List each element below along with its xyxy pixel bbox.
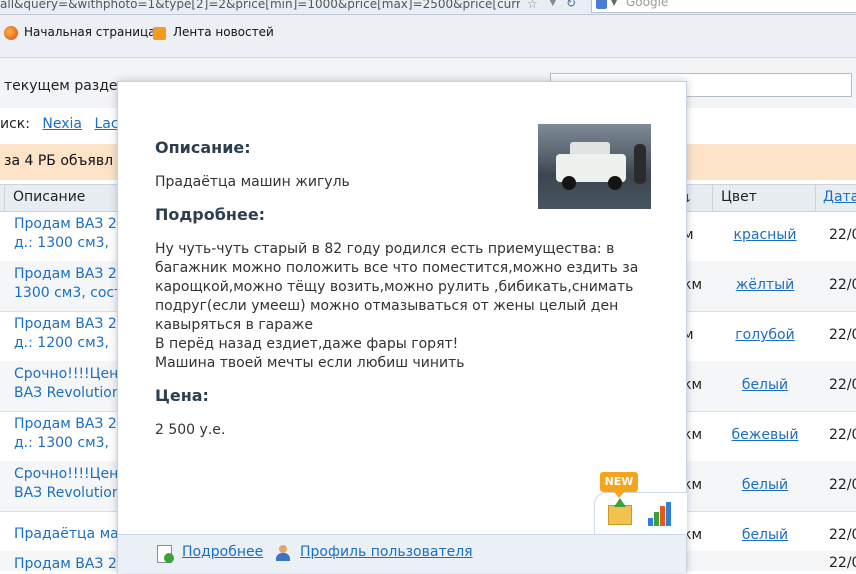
- rss-icon: [153, 27, 166, 40]
- row-color[interactable]: голубой: [720, 327, 810, 343]
- quick-link-nexia[interactable]: Nexia: [42, 116, 82, 132]
- row-color[interactable]: белый: [720, 477, 810, 493]
- bookmark-star-icon[interactable]: ☆: [527, 0, 538, 11]
- row-date: 22/0: [829, 227, 856, 243]
- user-torso: [276, 553, 290, 561]
- more-details-link[interactable]: Подробнее: [182, 544, 263, 560]
- row-date: 22/0: [829, 327, 856, 343]
- user-profile-link[interactable]: Профиль пользователя: [300, 544, 473, 560]
- upload-arrow-icon: [614, 498, 626, 507]
- bookmark-news-feed[interactable]: Лента новостей: [173, 25, 274, 39]
- car-wheel: [608, 176, 622, 190]
- column-description[interactable]: Описание: [13, 189, 85, 205]
- row-color[interactable]: жёлтый: [720, 277, 810, 293]
- search-placeholder[interactable]: Google: [626, 0, 668, 9]
- details-text: Ну чуть-чуть старый в 82 году родился ес…: [155, 241, 639, 371]
- user-head: [279, 545, 287, 553]
- row-date: 22/0: [829, 555, 856, 571]
- row-date: 22/0: [829, 527, 856, 543]
- stats-bar: [654, 512, 659, 526]
- quick-search-label: иск:: [0, 116, 30, 132]
- send-mail-icon[interactable]: [608, 505, 632, 525]
- search-box[interactable]: ▼ Google: [591, 0, 856, 13]
- price-title: Цена:: [155, 386, 209, 405]
- stats-bar: [666, 502, 671, 526]
- column-color[interactable]: Цвет: [721, 189, 757, 205]
- new-badge: NEW: [600, 472, 638, 492]
- row-color[interactable]: белый: [720, 377, 810, 393]
- column-separator: [712, 185, 713, 211]
- price-value: 2 500 у.е.: [155, 422, 226, 438]
- row-date: 22/0: [829, 377, 856, 393]
- car-photo[interactable]: [538, 124, 651, 209]
- check-icon: [164, 553, 174, 563]
- url-text[interactable]: all&query=&withphoto=1&type[2]=2&price[m…: [0, 0, 520, 11]
- column-date[interactable]: Дата: [823, 189, 856, 205]
- row-color[interactable]: красный: [720, 227, 810, 243]
- google-icon[interactable]: [596, 0, 607, 9]
- search-engine-dropdown-icon[interactable]: ▼: [611, 0, 617, 7]
- stats-bar: [648, 518, 653, 526]
- stats-icon[interactable]: [648, 502, 672, 526]
- row-color[interactable]: бежевый: [720, 427, 810, 443]
- ad-text: за 4 РБ объявл: [4, 153, 114, 169]
- popup-footer: Подробнее Профиль пользователя: [118, 534, 686, 573]
- user-icon: [275, 545, 291, 561]
- firefox-icon: [4, 26, 18, 40]
- row-date: 22/0: [829, 427, 856, 443]
- person-figure: [634, 144, 646, 184]
- description-title: Описание:: [155, 138, 251, 157]
- column-separator: [815, 185, 816, 211]
- reload-icon[interactable]: ↻: [566, 0, 576, 10]
- description-text: Прадаётца машин жигуль: [155, 174, 350, 190]
- bookmarks-toolbar: Начальная страница Лента новостей: [0, 15, 856, 58]
- row-date: 22/0: [829, 277, 856, 293]
- stats-bar: [660, 506, 665, 526]
- quick-search: иск: Nexia Lac: [0, 116, 119, 132]
- car-wheel: [562, 176, 576, 190]
- details-title: Подробнее:: [155, 205, 266, 224]
- listing-preview-popup: Описание: Прадаётца машин жигуль Подробн…: [117, 81, 687, 573]
- row-date: 22/0: [829, 477, 856, 493]
- column-separator: [4, 185, 5, 211]
- bookmark-home[interactable]: Начальная страница: [24, 25, 156, 39]
- row-color[interactable]: белый: [720, 527, 810, 543]
- quick-link-lac[interactable]: Lac: [94, 116, 118, 132]
- search-scope-text: текущем раздел: [4, 78, 127, 94]
- history-dropdown-icon[interactable]: ▼: [549, 0, 557, 8]
